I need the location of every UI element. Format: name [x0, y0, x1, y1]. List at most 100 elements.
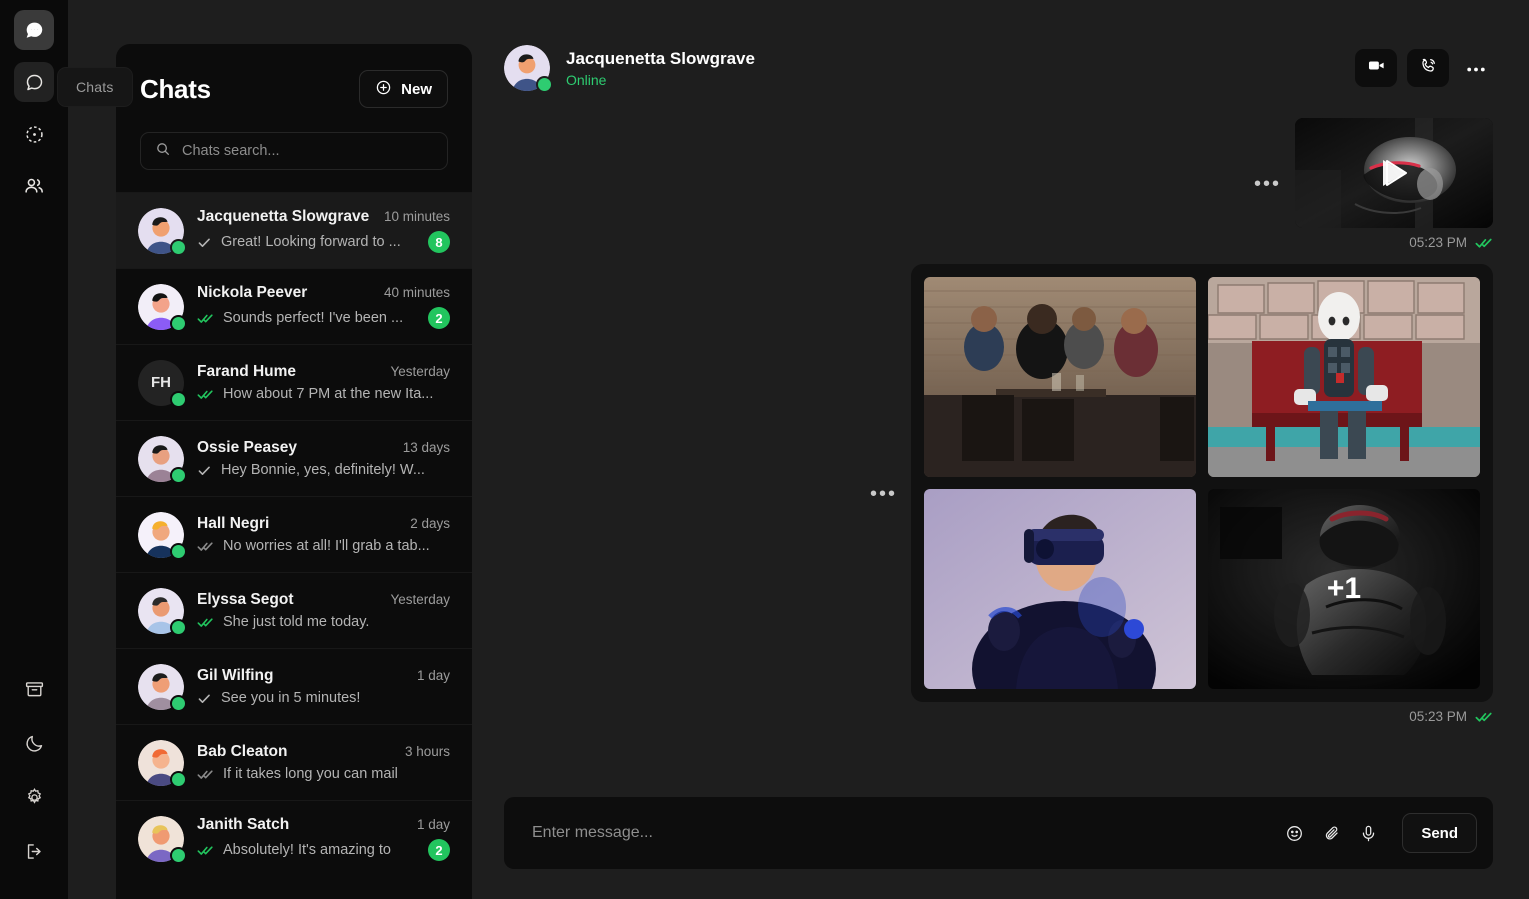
- online-indicator: [172, 697, 185, 710]
- status-circle-icon: [24, 124, 45, 145]
- send-button[interactable]: Send: [1402, 813, 1477, 853]
- chat-list-item[interactable]: Bab Cleaton 3 hours If it takes long you…: [116, 724, 472, 800]
- chat-list-item[interactable]: Nickola Peever 40 minutes Sounds perfect…: [116, 268, 472, 344]
- app-logo-button[interactable]: [14, 10, 54, 50]
- voice-call-icon: [1419, 56, 1438, 80]
- image-tile[interactable]: [924, 489, 1196, 689]
- sidebar-item-contacts[interactable]: [14, 166, 54, 206]
- chat-list-item[interactable]: FH Farand Hume Yesterday How about 7 PM …: [116, 344, 472, 420]
- chat-bubble-icon: [24, 72, 45, 93]
- search-input[interactable]: [182, 143, 433, 159]
- delivery-status-icon: [197, 313, 214, 324]
- chat-timestamp: 1 day: [417, 668, 450, 683]
- chats-tooltip: Chats: [58, 68, 132, 106]
- unread-badge: 2: [428, 839, 450, 861]
- avatar: [504, 45, 550, 91]
- chat-bubbles-icon: [23, 19, 45, 41]
- left-nav-rail: [0, 0, 68, 899]
- page-title: Chats: [140, 74, 211, 105]
- chat-search-box[interactable]: [140, 132, 448, 170]
- logout-icon: [24, 841, 45, 862]
- chat-item-body: Gil Wilfing 1 day See you in 5 minutes!: [197, 667, 450, 706]
- message-options-icon[interactable]: •••: [1254, 174, 1281, 194]
- archive-icon: [24, 679, 45, 700]
- online-indicator: [172, 393, 185, 406]
- chat-list-item[interactable]: Jacquenetta Slowgrave 10 minutes Great! …: [116, 192, 472, 268]
- message-composer: Send: [504, 797, 1493, 869]
- dark-armored-robot-photo: [1208, 489, 1480, 689]
- message-time: 05:23 PM: [1409, 235, 1467, 250]
- image-tile[interactable]: [1208, 277, 1480, 477]
- delivery-status-icon: [197, 237, 212, 248]
- settings-button[interactable]: [14, 777, 54, 817]
- avatar: [138, 208, 184, 254]
- chat-list[interactable]: Jacquenetta Slowgrave 10 minutes Great! …: [116, 192, 472, 899]
- chat-timestamp: 10 minutes: [384, 209, 450, 224]
- conversation-pane: Jacquenetta Slowgrave Online: [472, 0, 1529, 899]
- plus-circle-icon: [375, 79, 392, 100]
- more-options-button[interactable]: [1459, 51, 1493, 85]
- chat-timestamp: 2 days: [410, 516, 450, 531]
- chat-list-header: Chats New: [116, 44, 472, 192]
- chat-item-body: Nickola Peever 40 minutes Sounds perfect…: [197, 284, 450, 329]
- avatar: [138, 740, 184, 786]
- delivery-status-icon: [197, 693, 212, 704]
- avatar: [138, 436, 184, 482]
- chat-item-body: Jacquenetta Slowgrave 10 minutes Great! …: [197, 208, 450, 253]
- chat-contact-name: Elyssa Segot: [197, 591, 294, 609]
- delivery-status-icon: [197, 845, 214, 856]
- friends-at-table-photo: [924, 277, 1196, 477]
- logout-button[interactable]: [14, 831, 54, 871]
- voice-call-button[interactable]: [1407, 49, 1449, 87]
- contact-info: Jacquenetta Slowgrave Online: [504, 45, 755, 91]
- chat-contact-name: Bab Cleaton: [197, 743, 287, 761]
- online-indicator: [172, 317, 185, 330]
- delivery-status-icon: [197, 617, 214, 628]
- video-message[interactable]: [1295, 118, 1493, 228]
- sidebar-item-chats[interactable]: [14, 62, 54, 102]
- image-grid-message[interactable]: [911, 264, 1493, 702]
- emoji-button[interactable]: [1285, 824, 1304, 843]
- play-outline-icon: [1372, 151, 1416, 195]
- image-tile-overflow[interactable]: [1208, 489, 1480, 689]
- chat-list-item[interactable]: Ossie Peasey 13 days Hey Bonnie, yes, de…: [116, 420, 472, 496]
- online-indicator: [172, 621, 185, 634]
- chat-app: Chats Chats New: [0, 0, 1529, 899]
- sidebar-item-status[interactable]: [14, 114, 54, 154]
- chat-list-panel: Chats New: [116, 44, 472, 899]
- message-meta: 05:23 PM: [1409, 235, 1493, 250]
- message-row: •••: [504, 118, 1493, 250]
- online-indicator: [172, 545, 185, 558]
- new-chat-button[interactable]: New: [359, 70, 448, 108]
- conversation-actions: [1355, 49, 1493, 87]
- attach-button[interactable]: [1322, 824, 1341, 843]
- chat-preview-text: If it takes long you can mail: [223, 766, 450, 782]
- avatar: FH: [138, 360, 184, 406]
- people-icon: [23, 175, 45, 197]
- video-call-button[interactable]: [1355, 49, 1397, 87]
- online-indicator: [172, 241, 185, 254]
- chat-contact-name: Hall Negri: [197, 515, 269, 533]
- chat-timestamp: 13 days: [403, 440, 450, 455]
- chat-item-body: Elyssa Segot Yesterday She just told me …: [197, 591, 450, 630]
- chat-list-item[interactable]: Hall Negri 2 days No worries at all! I'l…: [116, 496, 472, 572]
- chat-list-item[interactable]: Elyssa Segot Yesterday She just told me …: [116, 572, 472, 648]
- avatar: [138, 284, 184, 330]
- chat-preview-text: Absolutely! It's amazing to: [223, 842, 419, 858]
- message-options-icon[interactable]: •••: [870, 484, 897, 504]
- theme-toggle-button[interactable]: [14, 723, 54, 763]
- man-wearing-vr-headset-photo: [924, 489, 1196, 689]
- unread-badge: 2: [428, 307, 450, 329]
- archive-button[interactable]: [14, 669, 54, 709]
- message-input[interactable]: [532, 824, 1267, 842]
- chat-list-item[interactable]: Gil Wilfing 1 day See you in 5 minutes!: [116, 648, 472, 724]
- image-tile[interactable]: [924, 277, 1196, 477]
- chat-contact-name: Ossie Peasey: [197, 439, 297, 457]
- avatar: [138, 588, 184, 634]
- chat-list-item[interactable]: Janith Satch 1 day Absolutely! It's amaz…: [116, 800, 472, 876]
- voice-record-button[interactable]: [1359, 824, 1378, 843]
- chat-item-body: Hall Negri 2 days No worries at all! I'l…: [197, 515, 450, 554]
- chat-contact-name: Gil Wilfing: [197, 667, 274, 685]
- chat-timestamp: Yesterday: [390, 592, 450, 607]
- online-indicator: [538, 78, 551, 91]
